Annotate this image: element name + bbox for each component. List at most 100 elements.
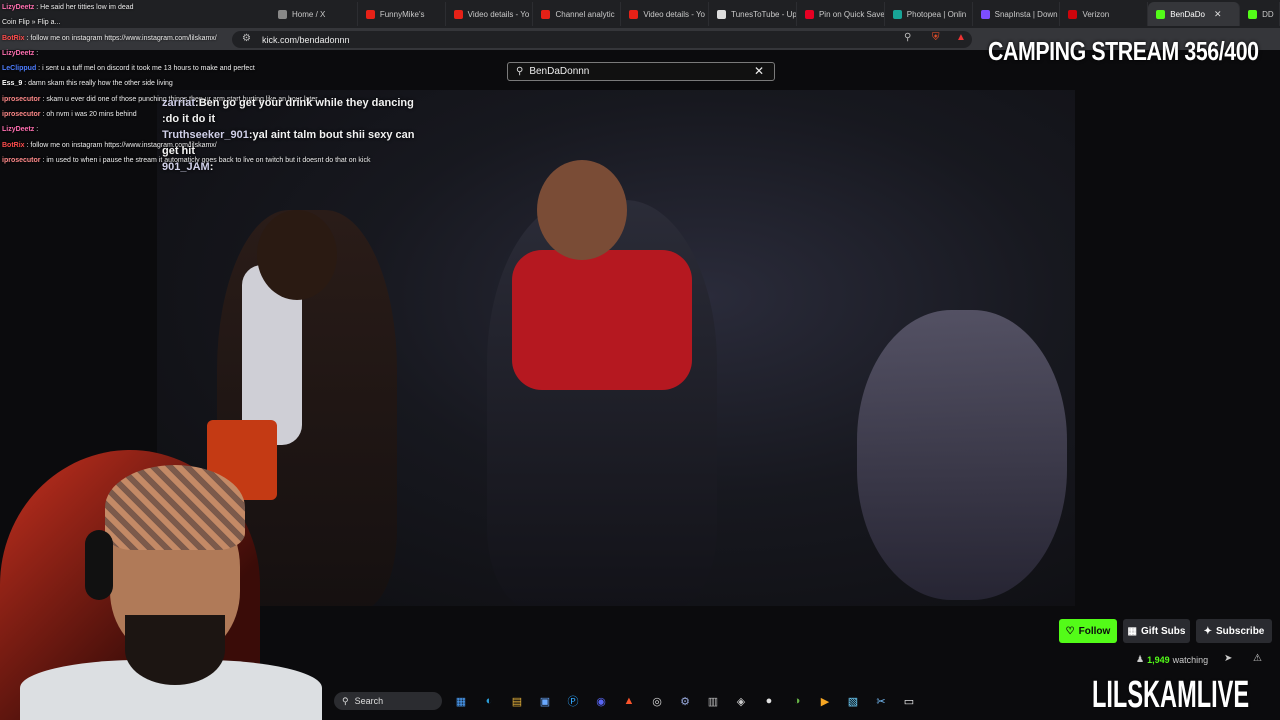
webcam-beard — [125, 615, 225, 685]
folder-icon[interactable]: ▤ — [508, 692, 526, 710]
browser-tab[interactable]: BenDaDo ✕ — [1148, 2, 1241, 26]
rewards-icon[interactable]: ▲ — [956, 32, 966, 43]
video-chat-username: zarriat — [162, 97, 196, 109]
app-icon[interactable]: ▥ — [704, 692, 722, 710]
tab-label: DD — [1262, 9, 1274, 19]
video-chat-text: Ben go get your drink while they dancing — [198, 97, 414, 109]
fl-studio-icon[interactable]: ▶ — [816, 692, 834, 710]
tab-favicon-icon — [541, 9, 551, 19]
chat-username[interactable]: Ess_9 — [2, 80, 22, 87]
chat-separator: : — [34, 126, 39, 134]
chat-text: Coin Flip » Flip a... — [2, 19, 61, 27]
chat-text: i sent u a tuff mel on discord it took m… — [42, 65, 255, 73]
zoom-icon[interactable]: ⚲ — [904, 32, 911, 43]
search-icon: ⚲ — [516, 66, 524, 77]
brave-icon[interactable]: ▲ — [620, 692, 638, 710]
streamer-brand-text: LILSKAMLIVE — [1092, 674, 1250, 716]
close-tab-icon[interactable]: ✕ — [1214, 9, 1222, 20]
chat-username[interactable]: LizyDeetz — [2, 4, 34, 11]
tab-favicon-icon — [1248, 9, 1258, 19]
chat-username[interactable]: BotRix — [2, 35, 25, 42]
brave-shield-icon[interactable]: ⛨ — [932, 32, 940, 43]
store-icon[interactable]: ▣ — [536, 692, 554, 710]
gift-subs-button[interactable]: ▦ Gift Subs — [1123, 619, 1190, 643]
chat-separator: : — [34, 49, 39, 57]
chat-text: damn skam this really how the other side… — [28, 80, 173, 88]
headset — [85, 530, 113, 600]
notepad-icon[interactable]: ▧ — [844, 692, 862, 710]
video-chat-message: 901_JAM: — [162, 159, 422, 175]
star-icon: ✦ — [1203, 625, 1213, 637]
camping-stream-counter: CAMPING STREAM 356/400 — [988, 36, 1259, 66]
obs-icon[interactable]: ◈ — [732, 692, 750, 710]
share-icon[interactable]: ➤ — [1224, 653, 1232, 664]
video-chat-message: :do it do it — [162, 111, 422, 127]
chat-username[interactable]: LeClippud — [2, 65, 36, 72]
document-icon[interactable]: ▭ — [900, 692, 918, 710]
chat-username[interactable]: iprosecutor — [2, 157, 41, 164]
tab-label: BenDaDo — [1170, 9, 1205, 19]
chrome-icon[interactable]: ◎ — [648, 692, 666, 710]
webcam-overlay — [0, 440, 322, 720]
heart-icon: ♡ — [1065, 625, 1075, 637]
snip-icon[interactable]: ✂ — [872, 692, 890, 710]
tab-favicon-icon — [717, 9, 727, 19]
chat-message: LizyDeetz : He said her titties low im d… — [2, 0, 422, 15]
steam-icon[interactable]: ⚙ — [676, 692, 694, 710]
chat-text: follow me on instagram https://www.insta… — [30, 34, 217, 42]
video-face-left — [257, 210, 337, 300]
tab-label: Video details - Yo — [643, 9, 705, 19]
browser-tab[interactable]: Photopea | Onlin — [885, 2, 973, 26]
video-chat-username: 901_JAM — [162, 161, 210, 173]
search-value: BenDaDonnn — [529, 66, 590, 77]
chat-username[interactable]: LizyDeetz — [2, 50, 34, 57]
photoshop-icon[interactable]: Ⓟ — [564, 692, 582, 710]
browser-tab[interactable]: Video details - Yo — [621, 2, 710, 26]
video-chat-separator: : — [209, 161, 214, 173]
video-blurred-person — [857, 310, 1067, 600]
video-chat-text: do it do it — [165, 113, 216, 125]
gift-icon: ▦ — [1127, 625, 1137, 637]
video-face-center — [537, 160, 627, 260]
tab-label: Video details - Yo — [467, 9, 530, 19]
xbox-icon[interactable]: ◑ — [788, 692, 806, 710]
browser-tab[interactable]: DD — [1240, 2, 1280, 26]
video-red-vest — [512, 250, 692, 390]
chat-username[interactable]: LizyDeetz — [2, 126, 34, 133]
subscribe-button[interactable]: ✦ Subscribe — [1196, 619, 1272, 643]
tab-favicon-icon — [892, 9, 902, 19]
browser-tab[interactable]: Video details - Yo — [446, 2, 534, 26]
tab-label: Photopea | Onlin — [906, 9, 967, 19]
browser-tab[interactable]: Verizon — [1060, 2, 1149, 26]
discord-icon[interactable]: ◉ — [592, 692, 610, 710]
video-chat-overlay: zarriat: Ben go get your drink while they… — [162, 95, 422, 175]
browser-tab[interactable]: SnapInsta | Down — [973, 2, 1061, 26]
tab-label: Verizon — [1082, 9, 1110, 19]
video-chat-message: zarriat:Ben go get your drink while they… — [162, 95, 422, 111]
browser-tab[interactable]: Pin on Quick Save — [797, 2, 885, 26]
report-icon[interactable]: ⚠ — [1253, 653, 1262, 664]
viewers-icon: ♟ — [1136, 654, 1145, 664]
chat-message: LizyDeetz : — [2, 46, 422, 61]
files-icon[interactable]: ▦ — [452, 692, 470, 710]
video-chat-message: Truthseeker_901:yal aint talm bout shii … — [162, 127, 422, 159]
tab-favicon-icon — [1156, 9, 1166, 19]
channel-search-input[interactable]: ⚲ BenDaDonnn ✕ — [507, 62, 775, 81]
taskbar-search[interactable]: ⚲ Search — [334, 692, 442, 710]
chat-message: Coin Flip » Flip a... — [2, 15, 422, 30]
chat-text: oh nvm i was 20 mins behind — [46, 111, 137, 119]
chat-username[interactable]: BotRix — [2, 142, 25, 149]
tab-favicon-icon — [629, 9, 639, 19]
chat-username[interactable]: iprosecutor — [2, 111, 41, 118]
follow-button[interactable]: ♡ Follow — [1059, 619, 1117, 643]
edge-icon[interactable]: ◐ — [480, 692, 498, 710]
viewer-count: ♟ 1,949 watching — [1136, 654, 1209, 665]
chat-username[interactable]: iprosecutor — [2, 96, 41, 103]
browser-tab[interactable]: Channel analytic — [533, 2, 622, 26]
clear-search-icon[interactable]: ✕ — [754, 64, 764, 78]
tab-label: TunesToTube - Up — [731, 9, 797, 19]
webcam-durag — [105, 465, 245, 550]
game-icon[interactable]: ● — [760, 692, 778, 710]
browser-tab[interactable]: TunesToTube - Up — [709, 2, 797, 26]
chat-text: He said her titties low im dead — [40, 4, 134, 11]
